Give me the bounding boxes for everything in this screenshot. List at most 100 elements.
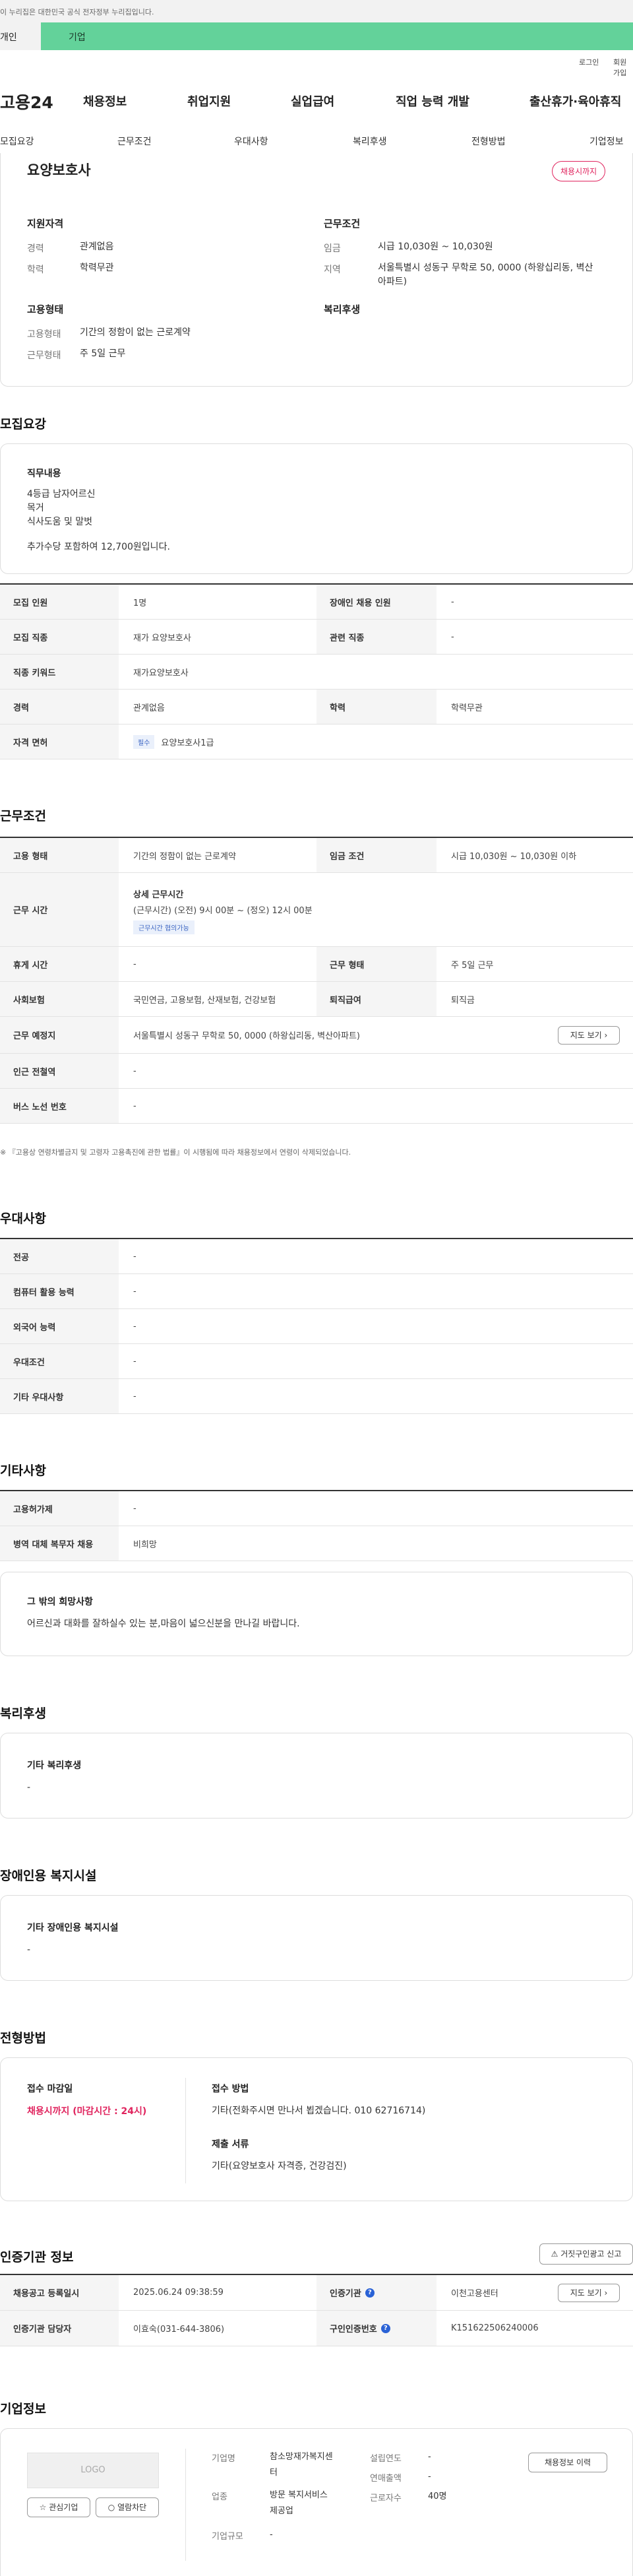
block-icon: ○ [107,2503,115,2512]
cond-value: 서울특별시 성동구 무학로 50, 0000 (하왕십리동, 벽산 [378,263,593,273]
row-value: - [133,1356,136,1367]
conditions-title: 근무조건 [324,218,361,230]
site-header: 고용24 채용정보 취업지원 실업급여 직업 능력 개발 출산휴가·육아휴직 [0,86,633,119]
other-wishes-text: 어르신과 대화를 잘하실수 있는 분,마음이 넓으신분을 만나길 바랍니다. [27,1619,300,1629]
other-wishes-title: 그 밖의 희망사항 [27,1597,93,1607]
qual-label: 학력 [27,265,44,275]
row-label: 자격 면허 [0,724,119,759]
gnb-employment-support[interactable]: 취업지원 [187,92,231,110]
gnb-job-training[interactable]: 직업 능력 개발 [396,92,469,110]
anchor-company[interactable]: 기업정보 [589,135,624,148]
company-card: LOGO ☆ 관심기업 ○ 열람차단 기업명 참소망재가복지센 터 업종 방문 … [0,2428,633,2576]
qual-value: 관계없음 [80,242,114,252]
age-discrimination-notice: ※ 『고용상 연령차별금지 및 고령자 고용촉진에 관한 법률』이 시행됨에 따… [0,1148,351,1157]
company-name-label: 기업명 [212,2454,235,2464]
help-icon[interactable]: ? [365,2288,375,2298]
required-tag: 필수 [133,734,155,749]
docs-value: 기타(요양보호사 자격증, 건강검진) [212,2161,347,2172]
gov-notice-text: 이 누리집은 대한민국 공식 전자정부 누리집입니다. [0,8,154,16]
emp-label: 근무형태 [27,350,61,361]
row-label: 모집 인원 [0,585,119,619]
row-value: - [133,1066,136,1076]
row-value: 학력무관 [451,703,483,713]
row-label: 사회보험 [0,982,119,1016]
gnb-unemployment-benefit[interactable]: 실업급여 [291,92,334,110]
table-row: 모집 직종 재가 요양보호사 관련 직종 - [0,620,633,655]
join-link[interactable]: 회원가입 [613,57,633,78]
work-hours-value: (근무시간) (오전) 9시 00분 ~ (정오) 12시 00분 [133,906,313,916]
industry-value: 방문 복지서비스 [270,2490,328,2500]
table-row: 근무 예정지 서울특별시 성동구 무학로 50, 0000 (하왕십리동, 벽산… [0,1017,633,1054]
cert-map-button[interactable]: 지도 보기 › [558,2284,620,2302]
table-row: 모집 인원 1명 장애인 채용 인원 - [0,585,633,620]
row-value: 국민연금, 고용보험, 산재보험, 건강보험 [133,995,276,1006]
cond-label: 임금 [324,243,341,254]
anchor-pref[interactable]: 우대사항 [234,135,268,148]
recruit-table: 모집 인원 1명 장애인 채용 인원 - 모집 직종 재가 요양보호사 관련 직… [0,583,633,759]
row-label: 고용허가제 [0,1491,119,1526]
row-label-cert: 구인인증번호? [316,2311,437,2346]
row-label: 채용공고 등록일시 [0,2275,119,2310]
report-false-ad-button[interactable]: ⚠ 거짓구인광고 신고 [539,2243,633,2265]
row-label: 경력 [0,690,119,724]
anchor-recruit[interactable]: 모집요강 [0,135,34,148]
negotiable-tag: 근무시간 협의가능 [133,920,195,934]
benefit-value: - [27,1782,31,1793]
table-row: 병역 대체 복무자 채용 비희망 [0,1526,633,1561]
block-label: 열람차단 [117,2503,147,2512]
emp-label: 고용형태 [27,329,61,340]
row-label: 근무 예정지 [0,1017,119,1053]
table-row: 사회보험 국민연금, 고용보험, 산재보험, 건강보험 퇴직급여 퇴직금 [0,982,633,1017]
section-title-disabled: 장애인용 복지시설 [0,1869,97,1883]
report-false-ad-label: 거짓구인광고 신고 [560,2249,622,2259]
login-link[interactable]: 로그인 [579,57,599,67]
section-title-benefit: 복리후생 [0,1706,46,1721]
row-value: 관계없음 [133,703,165,713]
table-row: 기타 우대사항 - [0,1379,633,1414]
job-summary-card: 요양보호사 채용시까지 지원자격 경력 관계없음 학력 학력무관 근무조건 임금… [0,153,633,387]
site-logo[interactable]: 고용24 [0,90,53,113]
row-label: 인증기관 담당자 [0,2311,119,2346]
siren-icon: ⚠ [551,2249,558,2259]
employees-label: 근로자수 [370,2494,402,2503]
tab-company[interactable]: 기업 [41,22,633,50]
company-size-label: 기업규모 [212,2532,243,2542]
company-size-value: - [270,2530,273,2540]
disabled-value: - [27,1945,31,1955]
row-label: 학력 [316,690,437,724]
row-label: 근무 시간 [0,873,119,946]
row-value: - [133,1286,136,1297]
favorite-company-button[interactable]: ☆ 관심기업 [27,2497,90,2517]
row-value: - [133,1321,136,1332]
qual-label: 경력 [27,243,44,254]
company-logo-placeholder: LOGO [27,2453,159,2488]
gnb-parental-leave[interactable]: 출산휴가·육아휴직 [529,92,621,110]
duty-line: 추가수당 포함하여 12,700원입니다. [27,542,170,552]
row-label: 인근 전철역 [0,1054,119,1088]
map-view-label: 지도 보기 [570,1031,602,1040]
cert-map-label: 지도 보기 [570,2288,602,2298]
row-value: - [451,596,454,607]
anchor-selection[interactable]: 전형방법 [471,135,506,148]
anchor-work[interactable]: 근무조건 [117,135,152,148]
tab-personal[interactable]: 개인 [0,22,41,50]
company-name-value: 참소망재가복지센 [270,2452,333,2462]
welfare-title: 복리후생 [324,304,361,315]
block-view-button[interactable]: ○ 열람차단 [96,2497,159,2517]
job-history-button[interactable]: 채용정보 이력 [528,2453,607,2472]
row-value: - [133,1251,136,1262]
table-row: 외국어 능력 - [0,1309,633,1344]
pref-table: 전공 - 컴퓨터 활용 능력 - 외국어 능력 - 우대조건 - 기타 우대사항 - [0,1238,633,1414]
duty-line: 4등급 남자어르신 [27,489,96,499]
anchor-benefit[interactable]: 복리후생 [353,135,387,148]
table-row: 채용공고 등록일시 2025.06.24 09:38:59 인증기관? 이천고용… [0,2275,633,2311]
map-view-button[interactable]: 지도 보기 › [558,1026,620,1045]
row-value: - [133,1391,136,1401]
help-icon[interactable]: ? [380,2323,390,2333]
row-value: - [451,631,454,642]
sales-value: - [428,2472,431,2482]
gnb-jobs[interactable]: 채용정보 [83,92,127,110]
employment-type-title: 고용형태 [27,304,64,315]
row-value: 비희망 [133,1539,157,1550]
row-label: 인증기관 [330,2289,361,2299]
